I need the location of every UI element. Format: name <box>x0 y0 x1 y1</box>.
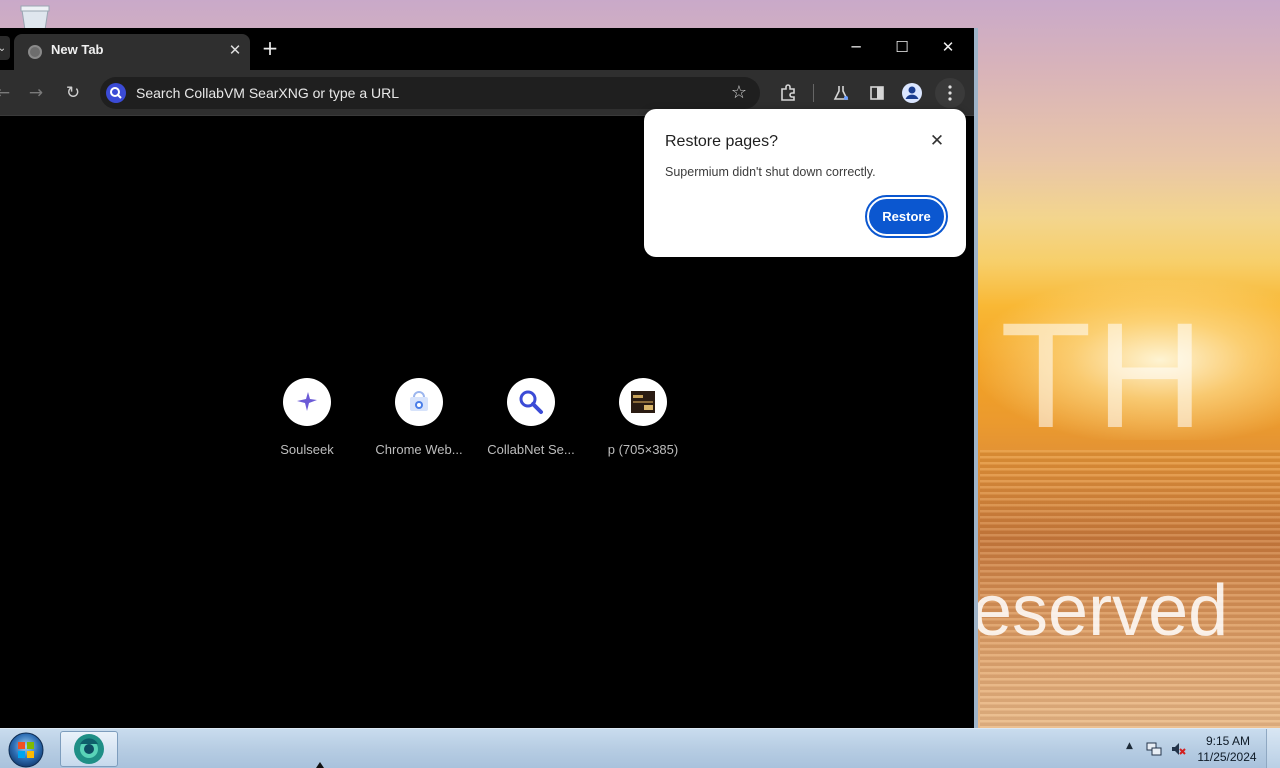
bookmark-star-icon[interactable]: ☆ <box>726 80 752 106</box>
back-icon[interactable]: ← <box>0 80 16 106</box>
volume-muted-icon[interactable] <box>1170 741 1186 757</box>
chrome-web-store-icon <box>395 378 443 426</box>
close-icon[interactable]: ✕ <box>926 130 948 152</box>
globe-icon <box>28 45 42 59</box>
search-magnifier-icon <box>507 378 555 426</box>
tab-title: New Tab <box>51 42 104 57</box>
tab-new-tab[interactable]: New Tab ✕ <box>14 34 250 70</box>
restore-pages-dialog: Restore pages? Supermium didn't shut dow… <box>644 109 966 257</box>
soulseek-bird-icon <box>283 378 331 426</box>
extensions-icon[interactable] <box>775 80 801 106</box>
shortcut-label: Chrome Web... <box>375 442 463 457</box>
shortcut-p-image[interactable]: p (705×385) <box>587 378 699 474</box>
labs-flask-icon[interactable] <box>828 80 854 106</box>
wallpaper-text-bottom: eserved <box>972 571 1229 651</box>
start-button[interactable] <box>6 731 46 768</box>
shortcut-label: Soulseek <box>280 442 334 457</box>
restore-button[interactable]: Restore <box>865 195 948 238</box>
maximize-button[interactable]: ☐ <box>882 32 922 62</box>
network-icon[interactable] <box>1146 741 1162 757</box>
toolbar-separator <box>813 84 814 102</box>
mouse-cursor <box>316 762 324 768</box>
side-panel-icon[interactable] <box>864 80 890 106</box>
dialog-title: Restore pages? <box>665 133 778 150</box>
tab-search-icon[interactable]: ⌄ <box>0 36 10 60</box>
taskbar-supermium-button[interactable] <box>60 731 118 767</box>
menu-icon[interactable] <box>935 78 965 108</box>
supermium-icon <box>74 734 104 764</box>
recycle-bin-icon[interactable] <box>18 4 52 30</box>
dialog-message: Supermium didn't shut down correctly. <box>665 165 876 179</box>
wallpaper-text-top: TH <box>1000 291 1208 459</box>
shortcut-label: p (705×385) <box>607 442 679 457</box>
shortcut-collabnet-search[interactable]: CollabNet Se... <box>475 378 587 474</box>
tab-strip: ⌄ New Tab ✕ + ─ ☐ ✕ <box>0 28 974 70</box>
shortcut-chrome-web-store[interactable]: Chrome Web... <box>363 378 475 474</box>
show-desktop-button[interactable] <box>1266 729 1280 768</box>
image-thumbnail-icon <box>619 378 667 426</box>
shortcut-label: CollabNet Se... <box>487 442 575 457</box>
show-hidden-icons[interactable]: ▲ <box>1126 741 1133 751</box>
clock-date[interactable]: 11/25/2024 <box>1192 750 1262 764</box>
clock-time[interactable]: 9:15 AM <box>1198 734 1258 748</box>
tab-close-icon[interactable]: ✕ <box>226 41 244 59</box>
search-icon <box>106 83 126 103</box>
profile-icon[interactable] <box>899 80 925 106</box>
taskbar: ▲ 9:15 AM 11/25/2024 <box>0 728 1280 768</box>
shortcut-soulseek[interactable]: Soulseek <box>251 378 363 474</box>
new-tab-button[interactable]: + <box>258 37 282 61</box>
forward-icon[interactable]: → <box>23 80 49 106</box>
address-bar[interactable]: Search CollabVM SearXNG or type a URL ☆ <box>100 77 760 109</box>
close-window-button[interactable]: ✕ <box>928 32 968 62</box>
reload-icon[interactable]: ↻ <box>60 80 86 106</box>
minimize-button[interactable]: ─ <box>836 32 876 62</box>
address-bar-placeholder: Search CollabVM SearXNG or type a URL <box>136 85 399 101</box>
